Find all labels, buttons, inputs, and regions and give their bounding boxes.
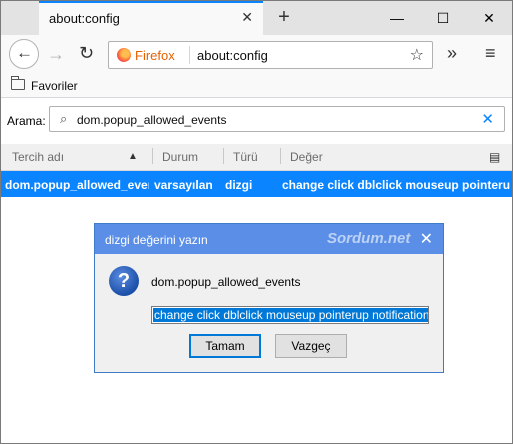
search-icon: ⌕: [60, 111, 68, 126]
tab-about-config[interactable]: about:config ✕: [39, 1, 263, 35]
column-divider[interactable]: [223, 148, 224, 164]
column-header-type[interactable]: Türü: [233, 150, 258, 164]
dialog-close-icon[interactable]: ✕: [420, 229, 433, 249]
cell-status: varsayılan: [154, 178, 213, 192]
minimize-button[interactable]: —: [374, 1, 420, 35]
column-header-name[interactable]: Tercih adı: [12, 150, 64, 164]
folder-icon: [11, 76, 25, 90]
table-row[interactable]: dom.popup_allowed_even... varsayılan diz…: [1, 171, 512, 197]
new-tab-button[interactable]: +: [271, 5, 297, 31]
bookmark-folder-favoriler[interactable]: Favoriler: [31, 79, 78, 93]
url-separator: [189, 46, 190, 64]
nav-toolbar: ← → ↻ Firefox about:config ☆ » ≡: [1, 35, 512, 75]
hamburger-menu-icon[interactable]: ≡: [485, 43, 496, 64]
browser-window: about:config ✕ + — ☐ ✕ ← → ↻ Firefox abo…: [0, 0, 513, 444]
edit-string-dialog: dizgi değerini yazın Sordum.net ✕ ? dom.…: [94, 223, 444, 373]
bookmarks-toolbar: Favoriler: [1, 75, 512, 98]
question-icon: ?: [109, 266, 139, 296]
cell-pref-name: dom.popup_allowed_even...: [5, 178, 149, 192]
tab-close-icon[interactable]: ✕: [241, 9, 253, 26]
column-header-status[interactable]: Durum: [162, 150, 198, 164]
url-bar[interactable]: Firefox about:config ☆: [108, 41, 433, 69]
close-window-button[interactable]: ✕: [466, 1, 512, 35]
reload-button[interactable]: ↻: [79, 43, 94, 64]
cell-type: dizgi: [225, 178, 253, 192]
back-button[interactable]: ←: [9, 39, 39, 69]
dialog-title-bar[interactable]: dizgi değerini yazın Sordum.net ✕: [95, 224, 443, 254]
ok-button[interactable]: Tamam: [189, 334, 261, 358]
column-header-value[interactable]: Değer: [290, 150, 323, 164]
clear-search-icon[interactable]: ✕: [481, 110, 494, 128]
dialog-message: dom.popup_allowed_events: [151, 275, 301, 289]
sort-ascending-icon: ▲: [128, 151, 138, 162]
watermark: Sordum.net: [327, 230, 411, 247]
search-input-value[interactable]: dom.popup_allowed_events: [77, 113, 226, 127]
search-input[interactable]: ⌕ dom.popup_allowed_events ✕: [49, 106, 505, 132]
column-divider[interactable]: [152, 148, 153, 164]
dialog-title: dizgi değerini yazın: [105, 233, 208, 247]
search-label: Arama:: [7, 114, 46, 128]
value-input[interactable]: change click dblclick mouseup pointerup …: [151, 306, 429, 324]
maximize-button[interactable]: ☐: [420, 1, 466, 35]
column-picker-icon[interactable]: ▤: [489, 150, 500, 164]
column-divider[interactable]: [280, 148, 281, 164]
bookmark-star-icon[interactable]: ☆: [410, 45, 424, 65]
search-row: Arama: ⌕ dom.popup_allowed_events ✕: [1, 98, 512, 142]
tab-strip: about:config ✕ + — ☐ ✕: [1, 1, 512, 35]
tab-title: about:config: [49, 11, 120, 26]
forward-button[interactable]: →: [47, 44, 65, 65]
table-header: Tercih adı ▲ Durum Türü Değer ▤: [1, 144, 512, 171]
firefox-logo-icon: [117, 48, 131, 62]
cell-value: change click dblclick mouseup pointerup.…: [282, 178, 510, 192]
cancel-button[interactable]: Vazgeç: [275, 334, 347, 358]
back-arrow-icon: ←: [16, 43, 33, 62]
url-text[interactable]: about:config: [197, 48, 268, 63]
value-input-text[interactable]: change click dblclick mouseup pointerup …: [153, 308, 428, 322]
identity-label: Firefox: [135, 48, 175, 63]
overflow-chevron-icon[interactable]: »: [447, 43, 457, 64]
